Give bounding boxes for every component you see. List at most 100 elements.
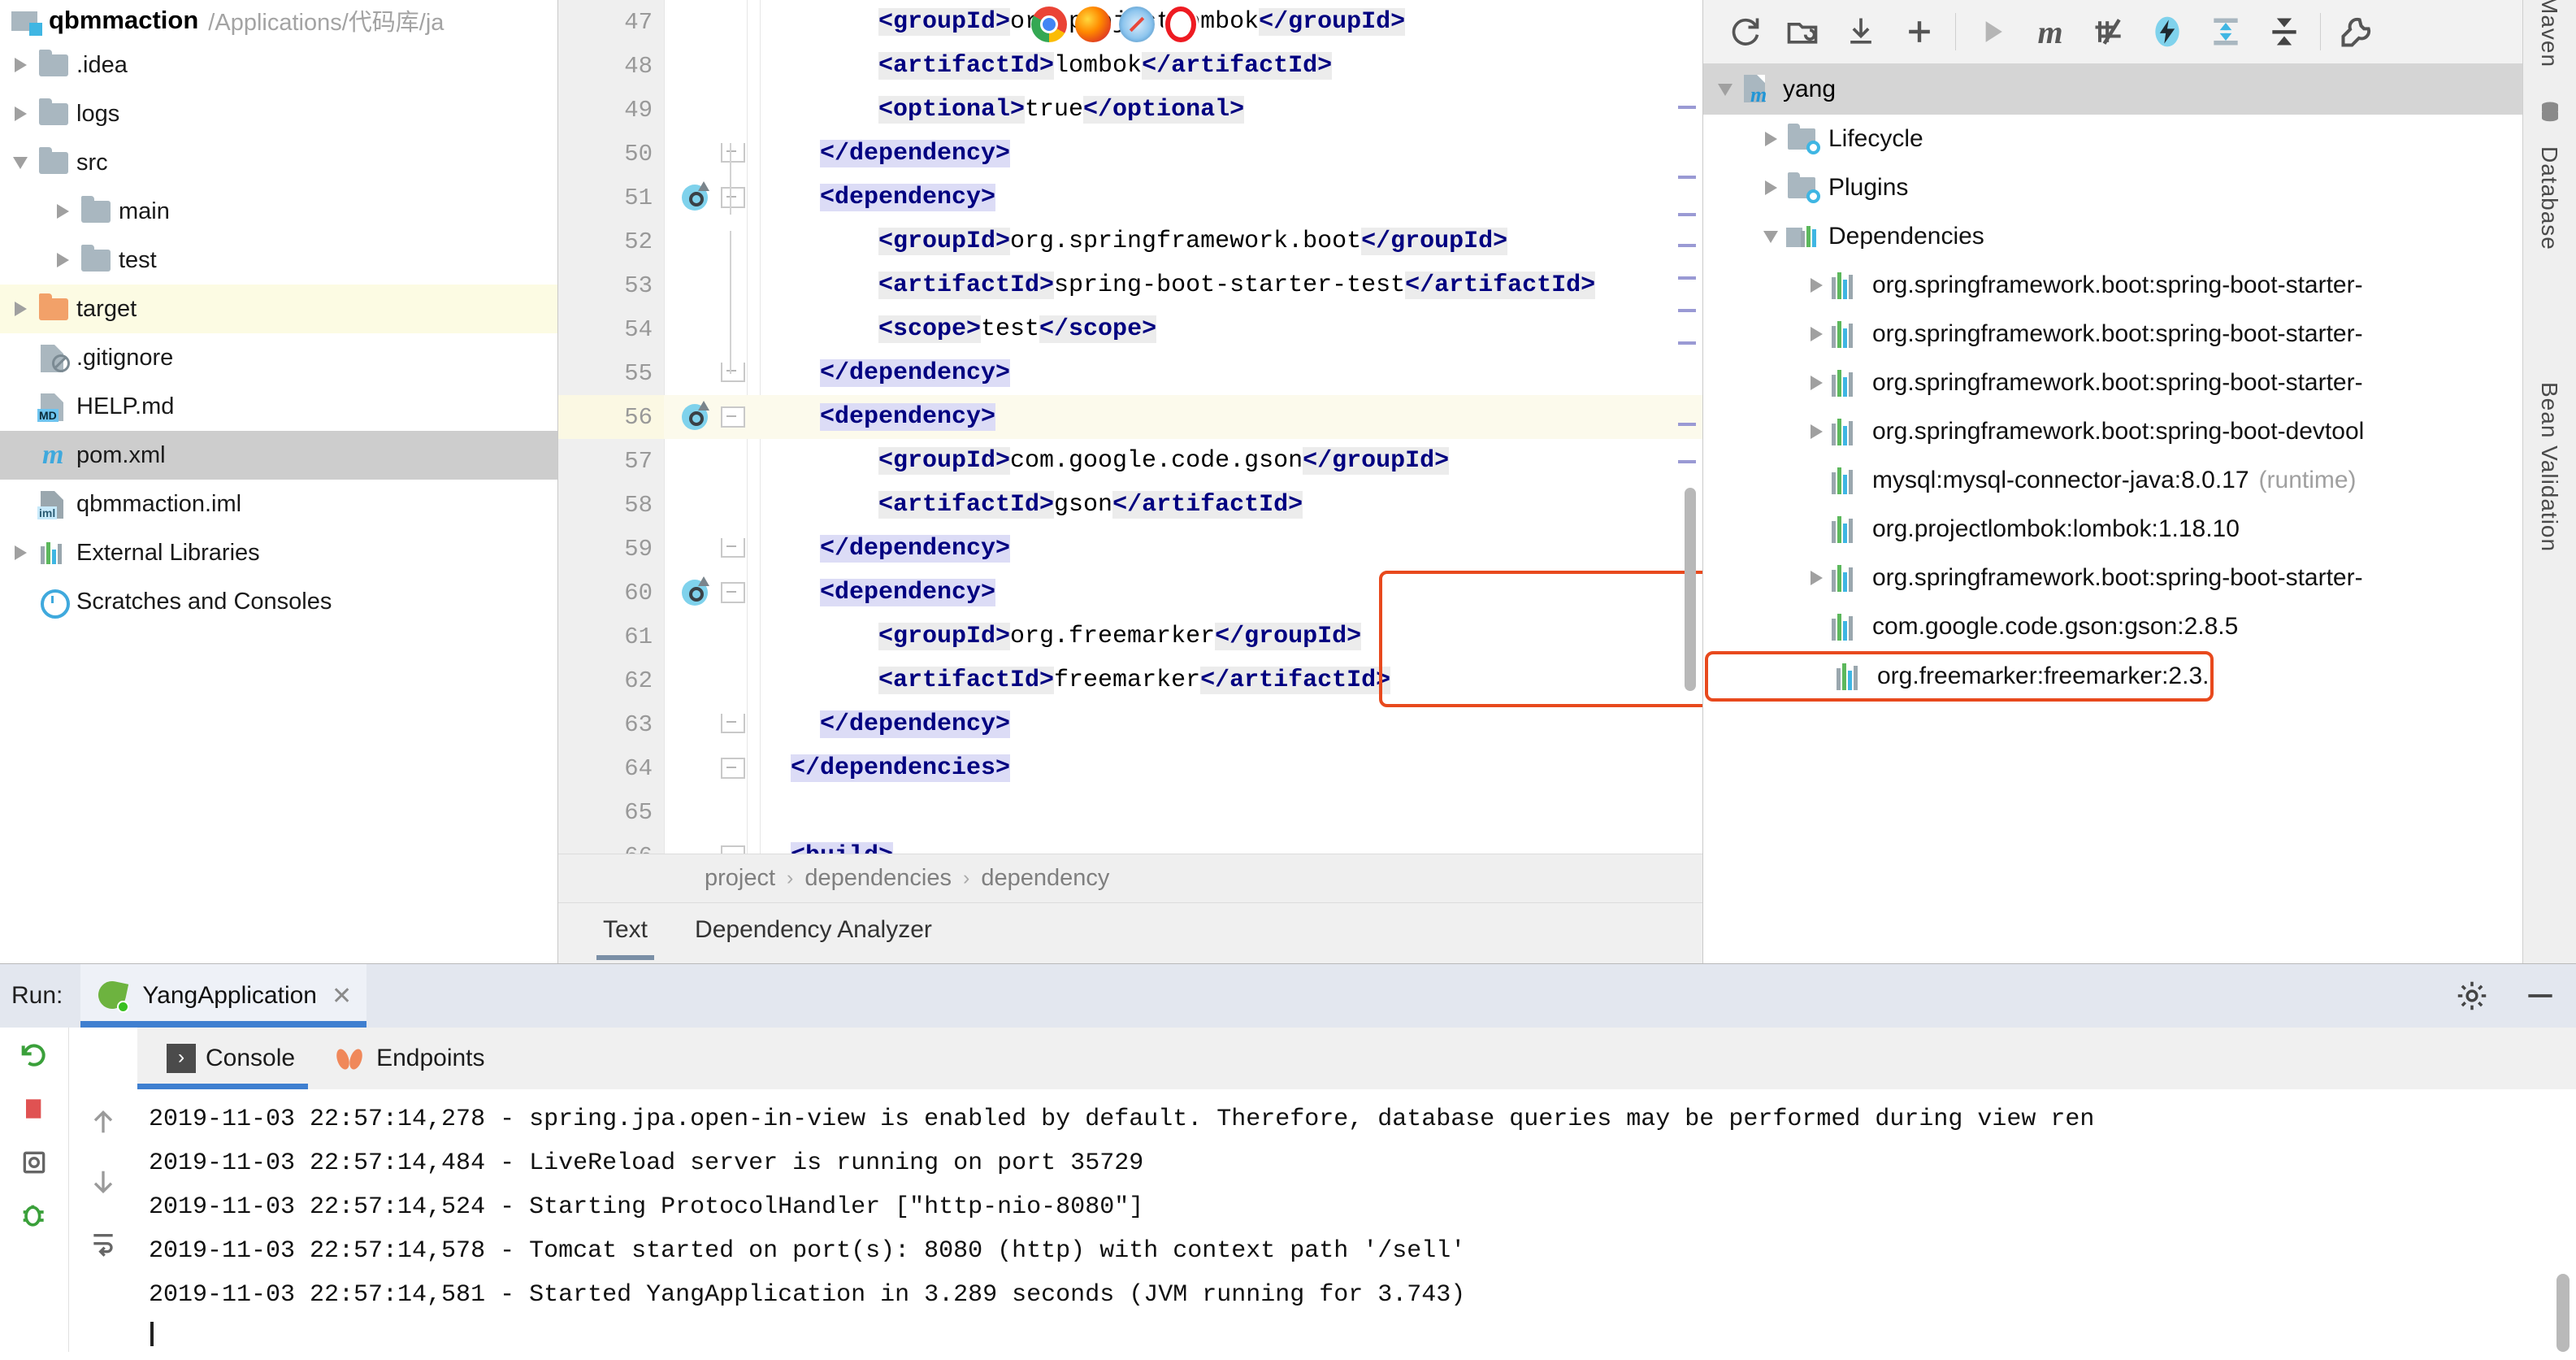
firefox-icon[interactable] xyxy=(1075,7,1111,42)
code-line[interactable]: 58 <artifactId> gson </artifactId> xyxy=(558,483,1702,527)
scroll-up-button[interactable] xyxy=(87,1106,119,1138)
tree-item-src[interactable]: src xyxy=(0,138,557,187)
database-toolwindow-button[interactable]: Database xyxy=(2536,146,2562,250)
maven-tree-item[interactable]: com.google.code.gson:gson:2.8.5 xyxy=(1703,602,2522,651)
maven-tree-item[interactable]: Lifecycle xyxy=(1703,115,2522,163)
maven-tree-item[interactable]: org.springframework.boot:spring-boot-dev… xyxy=(1703,407,2522,456)
debug-button[interactable] xyxy=(18,1200,50,1232)
run-tool-window[interactable]: Run: YangApplication ✕ › Console Endpoin… xyxy=(0,963,2576,1360)
chevron-right-icon[interactable] xyxy=(1802,327,1830,341)
scroll-down-button[interactable] xyxy=(87,1166,119,1198)
tree-item--gitignore[interactable]: .gitignore xyxy=(0,333,557,382)
chevron-right-icon[interactable] xyxy=(1802,376,1830,390)
run-header-actions[interactable] xyxy=(2454,964,2558,1028)
tree-item-scratches-and-consoles[interactable]: Scratches and Consoles xyxy=(0,577,557,626)
console-scrollbar[interactable] xyxy=(2556,1274,2569,1352)
toggle-skip-tests-icon[interactable] xyxy=(2079,7,2138,56)
execute-maven-goal-icon[interactable]: m xyxy=(2021,7,2079,56)
safari-icon[interactable] xyxy=(1119,7,1155,42)
breadcrumb-item-0[interactable]: project xyxy=(705,865,775,892)
tree-item-qbmmaction-iml[interactable]: iml qbmmaction.iml xyxy=(0,480,557,528)
editor-bottom-tabs[interactable]: Text Dependency Analyzer xyxy=(558,902,1702,963)
code-area[interactable]: 47<groupId>org.projectlombok</groupId>48… xyxy=(558,0,1702,854)
generate-sources-icon[interactable] xyxy=(1773,7,1832,56)
chevron-right-icon[interactable] xyxy=(7,302,34,316)
maven-toolbar[interactable]: m xyxy=(1703,0,2522,64)
tab-endpoints[interactable]: Endpoints xyxy=(334,1028,485,1089)
fold-end-icon[interactable] xyxy=(721,714,745,733)
chevron-right-icon[interactable] xyxy=(1757,132,1785,146)
expand-all-icon[interactable] xyxy=(2197,7,2255,56)
chevron-right-icon[interactable] xyxy=(7,106,34,121)
soft-wrap-button[interactable] xyxy=(87,1226,119,1258)
breadcrumb-item-2[interactable]: dependency xyxy=(981,865,1109,892)
reimport-icon[interactable] xyxy=(1715,7,1773,56)
close-icon[interactable]: ✕ xyxy=(332,982,352,1010)
tree-item-target[interactable]: target xyxy=(0,285,557,333)
tree-item-main[interactable]: main xyxy=(0,187,557,236)
fold-collapse-icon[interactable] xyxy=(721,582,745,603)
dependency-update-icon[interactable] xyxy=(682,576,709,606)
right-toolwindow-bar[interactable]: Maven Database Bean Validation xyxy=(2522,0,2576,963)
tree-item-test[interactable]: test xyxy=(0,236,557,285)
code-line[interactable]: 56 <dependency> xyxy=(558,395,1702,439)
chevron-right-icon[interactable] xyxy=(7,58,34,72)
maven-tree-item[interactable]: org.projectlombok:lombok:1.18.10 xyxy=(1703,505,2522,554)
tree-item-pom-xml[interactable]: m pom.xml xyxy=(0,431,557,480)
fold-collapse-icon[interactable] xyxy=(721,758,745,779)
maven-toolwindow-button[interactable]: Maven xyxy=(2536,0,2562,67)
editor-scrollbar[interactable] xyxy=(1676,0,1698,854)
maven-root-row[interactable]: m yang xyxy=(1703,64,2522,115)
fold-end-icon[interactable] xyxy=(721,143,745,163)
chevron-right-icon[interactable] xyxy=(1802,278,1830,293)
tab-console[interactable]: › Console xyxy=(137,1028,309,1089)
run-side-toolbar[interactable] xyxy=(0,1028,69,1352)
rerun-button[interactable] xyxy=(18,1039,50,1071)
code-line[interactable]: 65 xyxy=(558,790,1702,834)
collapse-all-icon[interactable] xyxy=(2255,7,2314,56)
browser-launch-overlay[interactable] xyxy=(1031,7,1199,42)
breadcrumb[interactable]: project › dependencies › dependency xyxy=(558,854,1702,902)
run-icon[interactable] xyxy=(1962,7,2021,56)
console-tabs[interactable]: › Console Endpoints xyxy=(137,1028,2576,1089)
opera-icon[interactable] xyxy=(1163,7,1199,42)
project-tool-window[interactable]: qbmmaction /Applications/代码库/ja .idea log… xyxy=(0,0,558,963)
tree-item--idea[interactable]: .idea xyxy=(0,41,557,89)
code-line[interactable]: 59 </dependency> xyxy=(558,527,1702,571)
run-configuration-tab[interactable]: YangApplication ✕ xyxy=(80,964,367,1028)
tab-dependency-analyzer[interactable]: Dependency Analyzer xyxy=(695,916,932,950)
code-line[interactable]: 66 <build> xyxy=(558,834,1702,854)
console-output[interactable]: 2019-11-03 22:57:14,278 - spring.jpa.ope… xyxy=(137,1089,2576,1360)
maven-tree-item[interactable]: mysql:mysql-connector-java:8.0.17 (runtim… xyxy=(1703,456,2522,505)
maven-tool-window[interactable]: m m yang Lifecycle Plugins Dependencies … xyxy=(1703,0,2522,963)
maven-tree-item[interactable]: org.springframework.boot:spring-boot-sta… xyxy=(1703,358,2522,407)
maven-tree-item[interactable]: Plugins xyxy=(1703,163,2522,212)
gear-icon[interactable] xyxy=(2454,978,2490,1014)
dump-threads-button[interactable] xyxy=(18,1146,50,1179)
chevron-right-icon[interactable] xyxy=(1802,424,1830,439)
maven-tree-item[interactable]: org.springframework.boot:spring-boot-sta… xyxy=(1703,310,2522,358)
code-line[interactable]: 48 <artifactId> lombok </artifactId> xyxy=(558,44,1702,88)
fold-end-icon[interactable] xyxy=(721,363,745,382)
chevron-down-icon[interactable] xyxy=(1711,83,1739,96)
console-area[interactable]: › Console Endpoints 2019-11-03 22:57:14,… xyxy=(137,1028,2576,1360)
breadcrumb-item-1[interactable]: dependencies xyxy=(804,865,952,892)
download-sources-icon[interactable] xyxy=(1832,7,1890,56)
stop-button[interactable] xyxy=(18,1093,50,1125)
chevron-down-icon[interactable] xyxy=(1757,230,1785,243)
maven-tree-item[interactable]: org.freemarker:freemarker:2.3.29 xyxy=(1705,651,2214,702)
chevron-right-icon[interactable] xyxy=(1757,180,1785,195)
tree-item-external-libraries[interactable]: External Libraries xyxy=(0,528,557,577)
chevron-right-icon[interactable] xyxy=(49,253,76,267)
maven-tree-item[interactable]: org.springframework.boot:spring-boot-sta… xyxy=(1703,261,2522,310)
maven-tree-item[interactable]: Dependencies xyxy=(1703,212,2522,261)
add-maven-project-icon[interactable] xyxy=(1890,7,1949,56)
code-line[interactable]: 63 </dependency> xyxy=(558,702,1702,746)
tab-text[interactable]: Text xyxy=(596,916,655,960)
console-side-toolbar[interactable] xyxy=(69,1028,137,1352)
chevron-right-icon[interactable] xyxy=(1802,571,1830,585)
code-line[interactable]: 57 <groupId> com.google.code.gson </groupId… xyxy=(558,439,1702,483)
chevron-right-icon[interactable] xyxy=(49,204,76,219)
code-line[interactable]: 64 </dependencies> xyxy=(558,746,1702,790)
chrome-icon[interactable] xyxy=(1031,7,1067,42)
